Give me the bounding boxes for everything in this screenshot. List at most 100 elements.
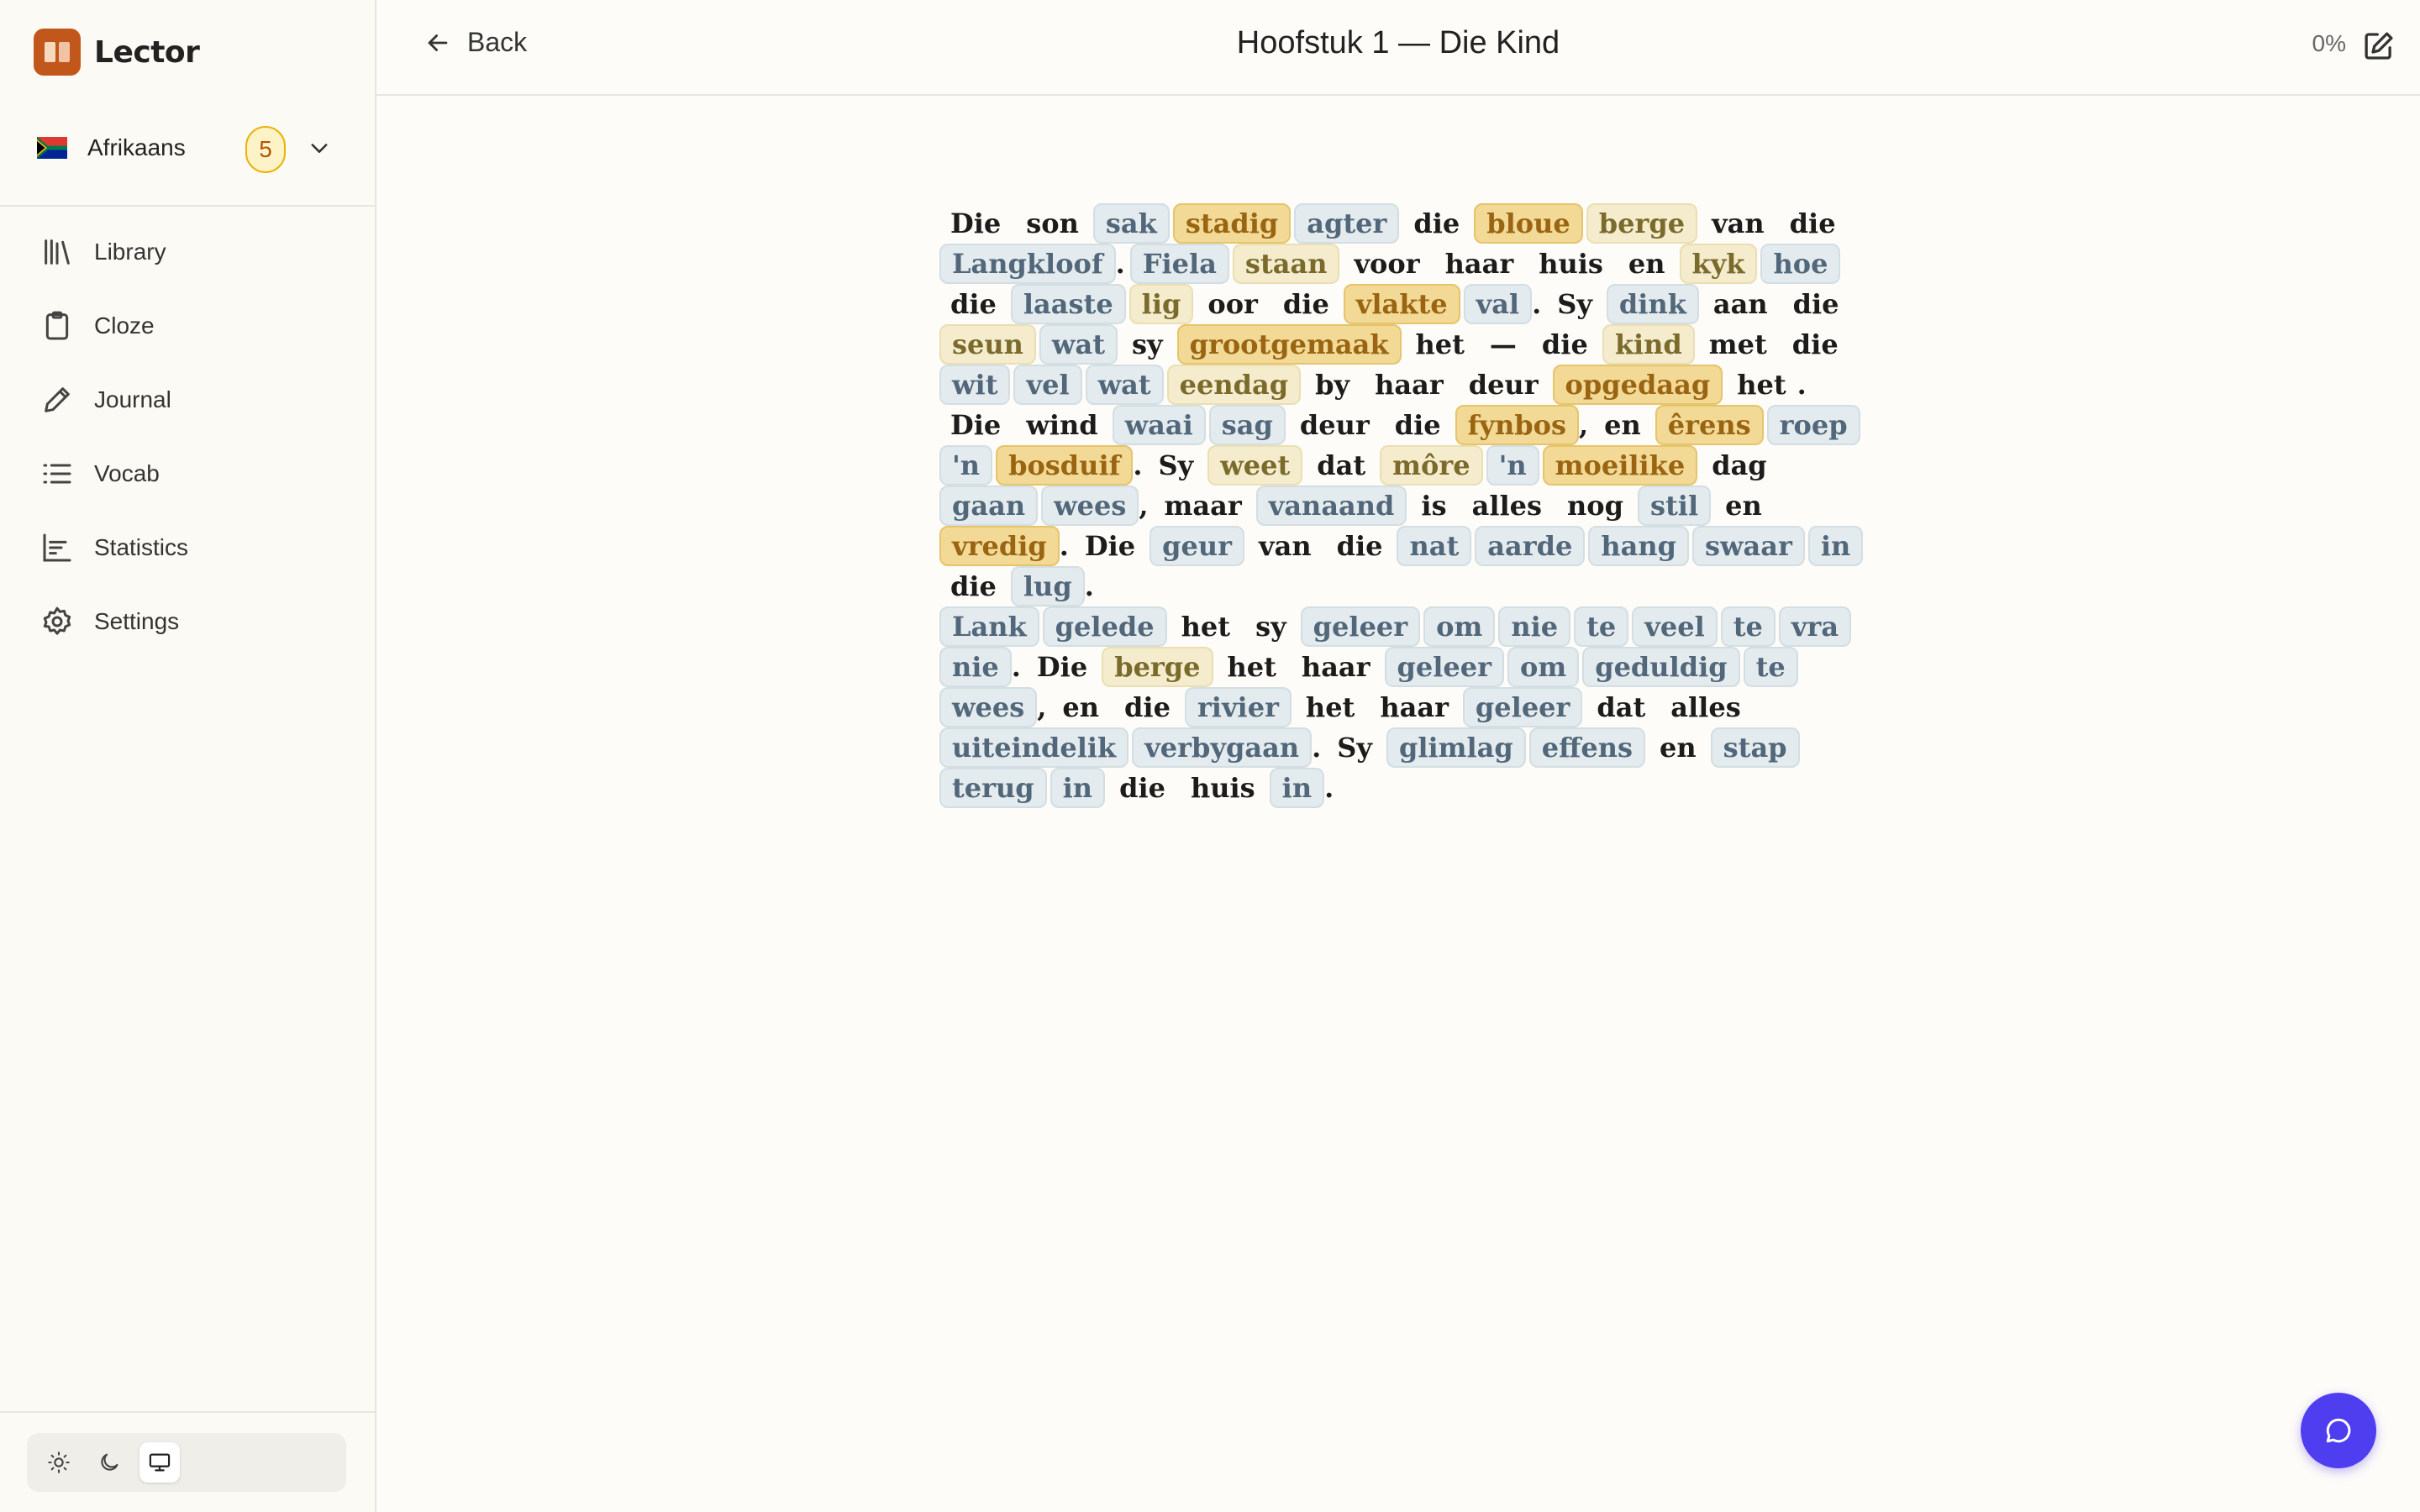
word-token[interactable]: die: [939, 568, 1007, 605]
word-token[interactable]: moeilike: [1542, 445, 1698, 486]
word-token[interactable]: berge: [1586, 203, 1698, 244]
sidebar-item-settings[interactable]: Settings: [0, 585, 375, 659]
word-token[interactable]: lug: [1010, 566, 1085, 606]
word-token[interactable]: die: [1108, 769, 1176, 806]
word-token[interactable]: dink: [1606, 284, 1699, 324]
sidebar-item-journal[interactable]: Journal: [0, 363, 375, 437]
word-token[interactable]: haar: [1369, 689, 1460, 726]
word-token[interactable]: het: [1295, 689, 1365, 726]
word-token[interactable]: bosduif: [996, 445, 1134, 486]
word-token[interactable]: uiteindelik: [939, 727, 1129, 768]
word-token[interactable]: weet: [1207, 445, 1303, 486]
brand[interactable]: Lector: [34, 29, 200, 76]
word-token[interactable]: sak: [1092, 203, 1170, 244]
word-token[interactable]: staan: [1232, 244, 1340, 284]
word-token[interactable]: met: [1698, 326, 1778, 363]
word-token[interactable]: te: [1720, 606, 1776, 647]
word-token[interactable]: wees: [1041, 486, 1139, 526]
word-token[interactable]: seun: [939, 324, 1036, 365]
word-token[interactable]: aarde: [1475, 526, 1586, 566]
word-token[interactable]: by: [1304, 366, 1360, 403]
word-token[interactable]: stap: [1710, 727, 1800, 768]
word-token[interactable]: die: [1384, 407, 1452, 444]
word-token[interactable]: het: [1405, 326, 1476, 363]
word-token[interactable]: geleer: [1300, 606, 1421, 647]
word-token[interactable]: nat: [1397, 526, 1472, 566]
word-token[interactable]: son: [1015, 205, 1090, 242]
word-token[interactable]: haar: [1434, 245, 1525, 282]
word-token[interactable]: Sy: [1326, 729, 1383, 766]
word-token[interactable]: die: [1326, 528, 1394, 564]
word-token[interactable]: die: [1272, 286, 1340, 323]
word-token[interactable]: te: [1574, 606, 1629, 647]
word-token[interactable]: van: [1248, 528, 1323, 564]
word-token[interactable]: vel: [1013, 365, 1082, 405]
word-token[interactable]: —: [1479, 326, 1528, 363]
word-token[interactable]: wit: [939, 365, 1011, 405]
word-token[interactable]: Langkloof: [939, 244, 1116, 284]
word-token[interactable]: het: [1217, 648, 1287, 685]
word-token[interactable]: roep: [1766, 405, 1860, 445]
word-token[interactable]: bloue: [1474, 203, 1583, 244]
word-token[interactable]: hang: [1588, 526, 1689, 566]
word-token[interactable]: dat: [1586, 689, 1656, 726]
word-token[interactable]: om: [1423, 606, 1496, 647]
word-token[interactable]: Die: [939, 205, 1012, 242]
word-token[interactable]: wind: [1015, 407, 1108, 444]
word-token[interactable]: om: [1507, 647, 1580, 687]
word-token[interactable]: laaste: [1010, 284, 1126, 324]
word-token[interactable]: haar: [1291, 648, 1381, 685]
word-token[interactable]: deur: [1458, 366, 1549, 403]
word-token[interactable]: wat: [1039, 324, 1118, 365]
word-token[interactable]: die: [1781, 326, 1849, 363]
word-token[interactable]: maar: [1154, 487, 1253, 524]
word-token[interactable]: die: [1779, 205, 1847, 242]
sidebar-item-library[interactable]: Library: [0, 215, 375, 289]
word-token[interactable]: kind: [1602, 324, 1695, 365]
word-token[interactable]: berge: [1102, 647, 1213, 687]
word-token[interactable]: stil: [1638, 486, 1712, 526]
word-token[interactable]: sy: [1121, 326, 1174, 363]
word-token[interactable]: die: [1531, 326, 1599, 363]
word-token[interactable]: in: [1807, 526, 1864, 566]
word-token[interactable]: vredig: [939, 526, 1060, 566]
word-token[interactable]: vra: [1778, 606, 1852, 647]
word-token[interactable]: hoe: [1760, 244, 1841, 284]
word-token[interactable]: veel: [1632, 606, 1718, 647]
word-token[interactable]: Lank: [939, 606, 1039, 647]
word-token[interactable]: van: [1701, 205, 1776, 242]
word-token[interactable]: nie: [1498, 606, 1571, 647]
word-token[interactable]: dag: [1701, 447, 1777, 484]
word-token[interactable]: en: [1051, 689, 1110, 726]
word-token[interactable]: nie: [939, 647, 1012, 687]
word-token[interactable]: deur: [1289, 407, 1381, 444]
word-token[interactable]: gaan: [939, 486, 1039, 526]
word-token[interactable]: oor: [1197, 286, 1269, 323]
word-token[interactable]: dat: [1306, 447, 1376, 484]
word-token[interactable]: vlakte: [1343, 284, 1460, 324]
word-token[interactable]: en: [1714, 487, 1773, 524]
word-token[interactable]: huis: [1528, 245, 1614, 282]
word-token[interactable]: haar: [1364, 366, 1455, 403]
word-token[interactable]: sag: [1208, 405, 1286, 445]
word-token[interactable]: verbygaan: [1132, 727, 1313, 768]
word-token[interactable]: nog: [1556, 487, 1634, 524]
word-token[interactable]: geleer: [1462, 687, 1583, 727]
sidebar-item-vocab[interactable]: Vocab: [0, 437, 375, 511]
language-selector[interactable]: Afrikaans 5: [37, 123, 339, 173]
word-token[interactable]: êrens: [1655, 405, 1764, 445]
word-token[interactable]: sy: [1244, 608, 1297, 645]
word-token[interactable]: alles: [1461, 487, 1553, 524]
word-token[interactable]: eendag: [1166, 365, 1302, 405]
word-token[interactable]: rivier: [1184, 687, 1292, 727]
word-token[interactable]: die: [1782, 286, 1850, 323]
chevron-down-icon[interactable]: [308, 136, 331, 160]
word-token[interactable]: 'n: [1486, 445, 1539, 486]
theme-dark-button[interactable]: [89, 1442, 129, 1483]
word-token[interactable]: voor: [1343, 245, 1430, 282]
word-token[interactable]: in: [1050, 768, 1106, 808]
word-token[interactable]: Die: [939, 407, 1012, 444]
word-token[interactable]: Fiela: [1129, 244, 1229, 284]
sidebar-item-cloze[interactable]: Cloze: [0, 289, 375, 363]
word-token[interactable]: terug: [939, 768, 1047, 808]
